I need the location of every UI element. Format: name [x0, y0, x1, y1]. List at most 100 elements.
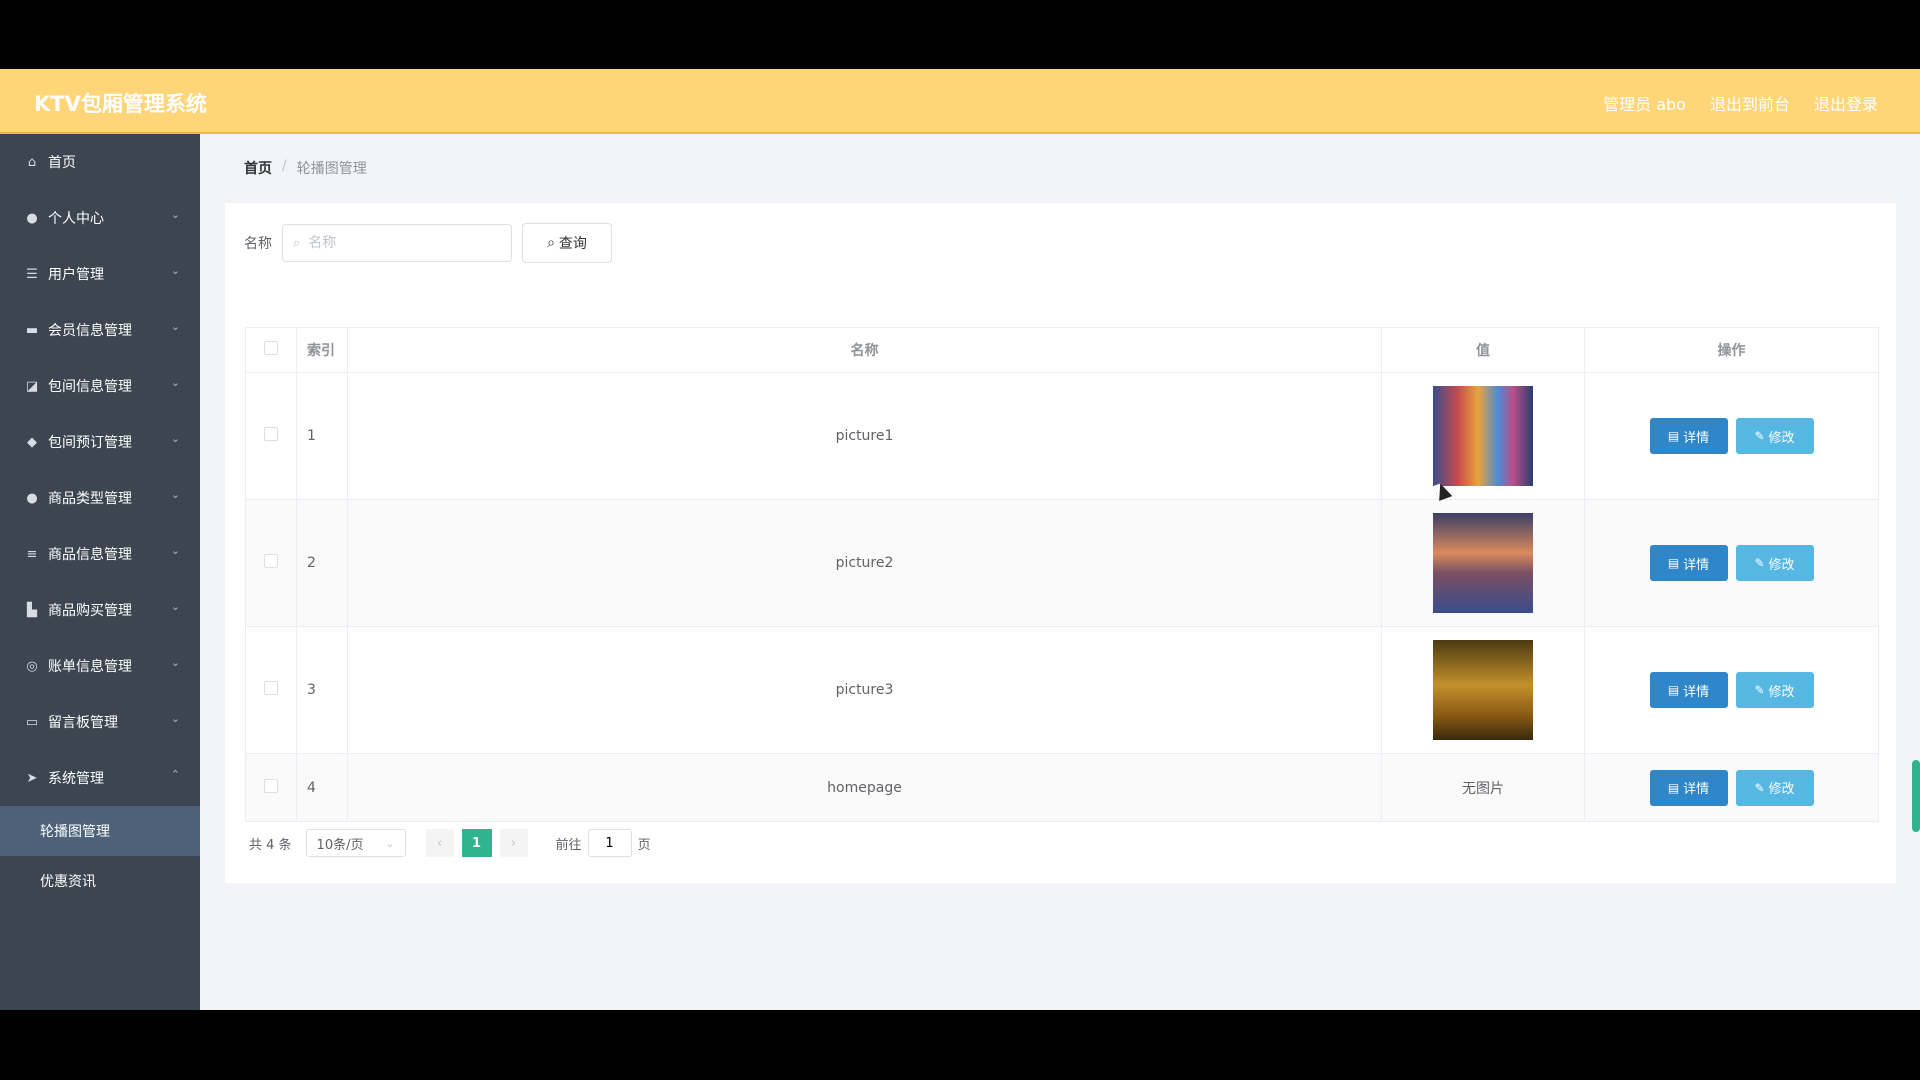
breadcrumb-current: 轮播图管理 — [296, 161, 367, 177]
row-index: 4 — [296, 753, 348, 822]
next-page-button[interactable]: › — [499, 829, 528, 857]
edit-button[interactable]: ✎ 修改 — [1735, 769, 1814, 806]
row-actions: ▤ 详情 ✎ 修改 — [1584, 753, 1879, 822]
search-button[interactable]: ⌕ 查询 — [522, 223, 612, 263]
breadcrumb: 首页 / 轮播图管理 — [244, 158, 367, 178]
row-checkbox[interactable] — [264, 778, 278, 793]
globe-icon: ◎ — [26, 658, 38, 674]
page-size-select[interactable]: 10条/页 ⌄ — [305, 829, 406, 857]
search-button-label: 查询 — [558, 236, 587, 252]
detail-button[interactable]: ▤ 详情 — [1649, 769, 1728, 806]
chevron-down-icon: ⌄ — [170, 432, 180, 445]
sidebar-item-personal-center[interactable]: ● 个人中心 ⌄ — [0, 190, 200, 246]
chevron-up-icon: ⌃ — [170, 768, 180, 781]
sidebar-item-member-info[interactable]: ▬ 会员信息管理 ⌄ — [0, 302, 200, 358]
sidebar-subitem-promotions[interactable]: 优惠资讯 — [0, 856, 200, 906]
document-icon: ▤ — [1667, 683, 1680, 697]
row-value: 无图片 — [1381, 753, 1585, 822]
row-name: homepage — [347, 753, 1382, 822]
row-checkbox[interactable] — [264, 427, 278, 441]
table-row: 2 picture2 ▤ 详情 ✎ 修改 — [245, 499, 1879, 627]
sidebar-item-home[interactable]: ⌂ 首页 — [0, 134, 200, 190]
message-icon: ▭ — [25, 714, 39, 730]
edit-icon: ✎ — [1754, 429, 1765, 443]
detail-button-label: 详情 — [1683, 557, 1710, 573]
sidebar-item-room-info[interactable]: ◪ 包间信息管理 ⌄ — [0, 358, 200, 414]
row-index: 3 — [296, 626, 348, 754]
prev-page-button[interactable]: ‹ — [425, 829, 454, 857]
chevron-down-icon: ⌄ — [170, 208, 180, 221]
document-icon: ▤ — [1667, 556, 1680, 570]
table-row: 3 picture3 ▤ 详情 ✎ 修改 — [245, 626, 1879, 754]
table-row: 4 homepage 无图片 ▤ 详情 ✎ 修改 — [245, 753, 1879, 822]
edit-button[interactable]: ✎ 修改 — [1735, 672, 1814, 708]
chevron-down-icon: ⌄ — [385, 836, 395, 850]
edit-button-label: 修改 — [1768, 684, 1795, 700]
search-field[interactable]: ⌕ — [282, 224, 512, 262]
main-content: 首页 / 轮播图管理 名称 ⌕ ⌕ 查询 索引 — [200, 134, 1920, 1010]
column-header-name: 名称 — [347, 327, 1382, 373]
breadcrumb-home[interactable]: 首页 — [244, 158, 272, 178]
detail-button[interactable]: ▤ 详情 — [1649, 418, 1728, 454]
sidebar-item-room-booking[interactable]: ◆ 包间预订管理 ⌄ — [0, 414, 200, 470]
chevron-down-icon: ⌄ — [170, 656, 180, 669]
chevron-down-icon: ⌄ — [170, 544, 180, 557]
row-select-cell — [245, 626, 297, 754]
sidebar-item-system-management[interactable]: ➤ 系统管理 ⌃ — [0, 750, 200, 806]
sidebar-item-product-purchase[interactable]: ▙ 商品购买管理 ⌄ — [0, 582, 200, 638]
chevron-down-icon: ⌄ — [170, 264, 180, 277]
scrollbar[interactable] — [1912, 760, 1920, 832]
row-checkbox[interactable] — [264, 681, 278, 695]
page-number-current[interactable]: 1 — [461, 829, 492, 857]
sidebar-subitem-carousel[interactable]: 轮播图管理 — [0, 806, 200, 856]
send-icon: ➤ — [26, 770, 38, 786]
carousel-table: 索引 名称 值 操作 1 picture1 ▤ 详情 ✎ 修改 2 pictur… — [245, 327, 1879, 822]
app-window: KTV包厢管理系统 管理员 abo 退出到前台 退出登录 ⌂ 首页 ● 个人中心… — [0, 69, 1920, 1010]
detail-button[interactable]: ▤ 详情 — [1649, 672, 1728, 708]
edit-button-label: 修改 — [1768, 430, 1795, 446]
select-all-checkbox[interactable] — [264, 341, 278, 355]
search-form: 名称 ⌕ ⌕ 查询 — [244, 223, 612, 263]
user-icon: ● — [26, 490, 38, 506]
thumb-icon: ▙ — [27, 602, 37, 618]
sidebar-item-product-type[interactable]: ● 商品类型管理 ⌄ — [0, 470, 200, 526]
home-icon: ⌂ — [27, 154, 37, 170]
sidebar-item-bill-info[interactable]: ◎ 账单信息管理 ⌄ — [0, 638, 200, 694]
sidebar-item-label: 个人中心 — [48, 211, 104, 227]
carousel-thumbnail[interactable] — [1433, 513, 1533, 613]
logout-link[interactable]: 退出登录 — [1814, 91, 1878, 115]
select-all-cell — [245, 327, 297, 373]
column-header-index: 索引 — [296, 327, 348, 373]
header-links: 管理员 abo 退出到前台 退出登录 — [1603, 91, 1878, 115]
location-icon: ◆ — [27, 434, 37, 450]
sidebar: ⌂ 首页 ● 个人中心 ⌄ ☰ 用户管理 ⌄ ▬ 会员信息管理 ⌄ ◪ 包间信息… — [0, 134, 200, 1010]
document-icon: ▤ — [1667, 429, 1680, 443]
breadcrumb-separator: / — [282, 158, 287, 174]
chevron-down-icon: ⌄ — [170, 488, 180, 501]
search-input[interactable] — [306, 234, 491, 252]
detail-button[interactable]: ▤ 详情 — [1649, 545, 1728, 581]
row-value — [1381, 626, 1585, 754]
back-to-frontend-link[interactable]: 退出到前台 — [1710, 91, 1790, 115]
chart-icon: ◪ — [25, 378, 39, 394]
menu-icon: ☰ — [26, 266, 38, 282]
column-header-value: 值 — [1381, 327, 1585, 373]
admin-user-link[interactable]: 管理员 abo — [1603, 91, 1686, 115]
sidebar-item-label: 系统管理 — [48, 771, 104, 787]
carousel-thumbnail[interactable] — [1433, 386, 1533, 486]
search-icon: ⌕ — [293, 235, 301, 251]
sidebar-item-message-board[interactable]: ▭ 留言板管理 ⌄ — [0, 694, 200, 750]
row-select-cell — [245, 372, 297, 500]
sidebar-item-product-info[interactable]: ≡ 商品信息管理 ⌄ — [0, 526, 200, 582]
carousel-thumbnail[interactable] — [1433, 640, 1533, 740]
sliders-icon: ≡ — [26, 546, 38, 562]
edit-button-label: 修改 — [1768, 782, 1795, 797]
row-checkbox[interactable] — [264, 554, 278, 568]
edit-button[interactable]: ✎ 修改 — [1735, 545, 1814, 581]
goto-page-input[interactable] — [587, 829, 632, 857]
app-title: KTV包厢管理系统 — [34, 92, 207, 116]
edit-icon: ✎ — [1754, 556, 1765, 570]
edit-button[interactable]: ✎ 修改 — [1735, 418, 1814, 454]
sidebar-item-label: 包间信息管理 — [48, 379, 132, 395]
sidebar-item-user-management[interactable]: ☰ 用户管理 ⌄ — [0, 246, 200, 302]
